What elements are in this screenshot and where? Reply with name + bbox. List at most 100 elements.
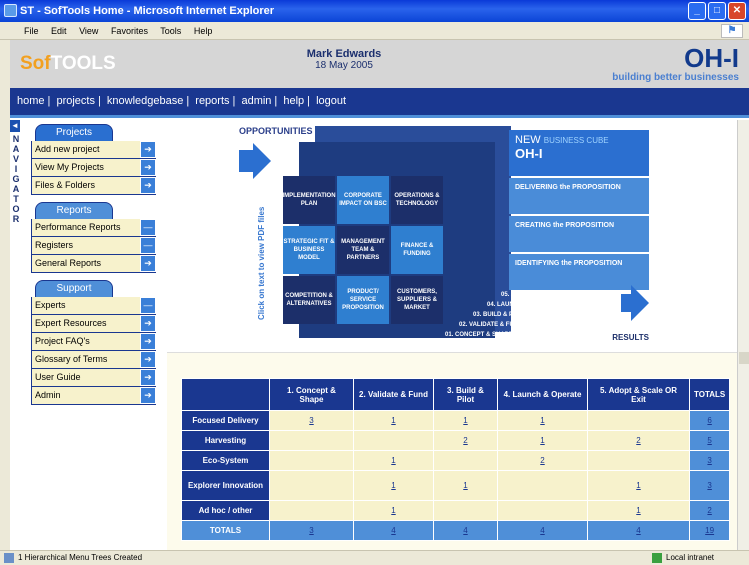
row-total-cell[interactable]: 3 <box>688 450 731 471</box>
total-cell[interactable]: 4 <box>433 520 498 541</box>
count-cell[interactable]: 1 <box>433 410 498 431</box>
count-cell[interactable]: 1 <box>587 470 690 501</box>
row-total-cell[interactable]: 5 <box>688 430 731 451</box>
cube-cell[interactable]: COMPETITION & ALTERNATIVES <box>283 276 335 324</box>
arrow-icon[interactable]: ➔ <box>140 315 156 332</box>
menu-item-files-folders[interactable]: Files & Folders ➔ <box>31 177 156 195</box>
arrow-icon[interactable]: ➔ <box>140 369 156 386</box>
menu-item-registers[interactable]: Registers — <box>31 237 156 255</box>
count-cell[interactable] <box>269 450 354 471</box>
softools-logo[interactable]: SofTOOLS <box>20 53 116 75</box>
cube-side-creating[interactable]: CREATING the PROPOSITION <box>509 216 649 252</box>
cube-cell[interactable]: OPERATIONS & TECHNOLOGY <box>391 176 443 224</box>
count-cell[interactable] <box>269 500 354 521</box>
arrow-icon[interactable]: ➔ <box>140 255 156 272</box>
menu-favorites[interactable]: Favorites <box>111 26 148 36</box>
count-cell[interactable] <box>497 500 588 521</box>
cube-cell[interactable]: CORPORATE IMPACT ON BSC <box>337 176 389 224</box>
business-cube-diagram[interactable]: OPPORTUNITIES Click on text to view PDF … <box>239 124 649 346</box>
maximize-button[interactable]: □ <box>708 2 726 20</box>
menu-item-add-new-project[interactable]: Add new project ➔ <box>31 141 156 159</box>
cube-cell[interactable]: MANAGEMENT TEAM & PARTNERS <box>337 226 389 274</box>
cube-cell[interactable]: STRATEGIC FIT & BUSINESS MODEL <box>283 226 335 274</box>
cube-side-delivering[interactable]: DELIVERING the PROPOSITION <box>509 178 649 214</box>
arrow-icon[interactable]: — <box>140 237 156 254</box>
cube-cell[interactable]: PRODUCT/ SERVICE PROPOSITION <box>337 276 389 324</box>
cube-step[interactable]: 02. VALIDATE & FUND <box>459 322 522 328</box>
menu-item-user-guide[interactable]: User Guide ➔ <box>31 369 156 387</box>
menu-tools[interactable]: Tools <box>160 26 181 36</box>
nav-home[interactable]: home <box>17 95 45 107</box>
count-cell[interactable] <box>433 500 498 521</box>
menu-item-expert-resources[interactable]: Expert Resources ➔ <box>31 315 156 333</box>
arrow-icon[interactable]: ➔ <box>140 159 156 176</box>
cube-cell[interactable]: IMPLEMENTATION PLAN <box>282 176 336 224</box>
count-cell[interactable]: 2 <box>497 450 588 471</box>
cube-step[interactable]: 04. LAUNCH & OPERATE <box>487 302 559 308</box>
count-cell[interactable]: 1 <box>433 470 498 501</box>
grand-total-cell[interactable]: 19 <box>688 520 731 541</box>
nav-help[interactable]: help <box>283 95 304 107</box>
arrow-icon[interactable]: ➔ <box>140 333 156 350</box>
arrow-icon[interactable]: ➔ <box>140 141 156 158</box>
count-cell[interactable]: 3 <box>269 410 354 431</box>
count-cell[interactable]: 1 <box>587 500 690 521</box>
count-cell[interactable]: 2 <box>587 430 690 451</box>
total-cell[interactable]: 4 <box>497 520 588 541</box>
cube-step[interactable]: 05. ADOPT & SCALE (OR EXIT) <box>501 292 589 298</box>
close-button[interactable]: ✕ <box>728 2 746 20</box>
menu-edit[interactable]: Edit <box>51 26 67 36</box>
menu-item-general-reports[interactable]: General Reports ➔ <box>31 255 156 273</box>
navigator-toggle-icon[interactable]: ◄ <box>10 120 20 132</box>
cube-cell[interactable]: FINANCE & FUNDING <box>391 226 443 274</box>
count-cell[interactable]: 1 <box>497 410 588 431</box>
menu-help[interactable]: Help <box>194 26 213 36</box>
count-cell[interactable] <box>269 430 354 451</box>
scrollbar-thumb[interactable] <box>739 352 749 364</box>
nav-admin[interactable]: admin <box>241 95 271 107</box>
count-cell[interactable] <box>269 470 354 501</box>
cube-step[interactable]: 01. CONCEPT & SHAPE <box>445 332 513 338</box>
total-cell[interactable]: 4 <box>587 520 690 541</box>
count-cell[interactable]: 1 <box>353 450 434 471</box>
arrow-icon[interactable]: — <box>140 297 156 314</box>
count-cell[interactable] <box>587 410 690 431</box>
row-total-cell[interactable]: 2 <box>688 500 731 521</box>
count-cell[interactable] <box>587 450 690 471</box>
row-total-cell[interactable]: 6 <box>688 410 731 431</box>
count-cell[interactable]: 1 <box>353 470 434 501</box>
nav-knowledgebase[interactable]: knowledgebase <box>107 95 183 107</box>
menu-item-project-faqs[interactable]: Project FAQ's ➔ <box>31 333 156 351</box>
count-cell[interactable]: 1 <box>353 500 434 521</box>
menu-file[interactable]: File <box>24 26 39 36</box>
menu-item-glossary[interactable]: Glossary of Terms ➔ <box>31 351 156 369</box>
section-title[interactable]: Projects <box>35 124 113 141</box>
count-cell[interactable] <box>433 450 498 471</box>
row-total-cell[interactable]: 3 <box>688 470 731 501</box>
menu-view[interactable]: View <box>79 26 98 36</box>
vertical-scrollbar[interactable] <box>737 120 749 550</box>
menu-item-experts[interactable]: Experts — <box>31 297 156 315</box>
cube-cell[interactable]: CUSTOMERS, SUPPLIERS & MARKET <box>391 276 443 324</box>
cube-side-identifying[interactable]: IDENTIFYING the PROPOSITION <box>509 254 649 290</box>
cube-step[interactable]: 03. BUILD & PILOT <box>473 312 527 318</box>
menu-item-admin[interactable]: Admin ➔ <box>31 387 156 405</box>
count-cell[interactable] <box>353 430 434 451</box>
count-cell[interactable]: 2 <box>433 430 498 451</box>
count-cell[interactable]: 1 <box>353 410 434 431</box>
nav-projects[interactable]: projects <box>56 95 95 107</box>
arrow-icon[interactable]: ➔ <box>140 177 156 194</box>
nav-logout[interactable]: logout <box>316 95 346 107</box>
section-title[interactable]: Support <box>35 280 113 297</box>
total-cell[interactable]: 4 <box>353 520 434 541</box>
arrow-icon[interactable]: ➔ <box>140 387 156 404</box>
section-title[interactable]: Reports <box>35 202 113 219</box>
minimize-button[interactable]: _ <box>688 2 706 20</box>
nav-reports[interactable]: reports <box>195 95 229 107</box>
arrow-icon[interactable]: ➔ <box>140 351 156 368</box>
count-cell[interactable]: 1 <box>497 430 588 451</box>
menu-item-view-my-projects[interactable]: View My Projects ➔ <box>31 159 156 177</box>
count-cell[interactable] <box>497 470 588 501</box>
total-cell[interactable]: 3 <box>269 520 354 541</box>
menu-item-performance-reports[interactable]: Performance Reports — <box>31 219 156 237</box>
